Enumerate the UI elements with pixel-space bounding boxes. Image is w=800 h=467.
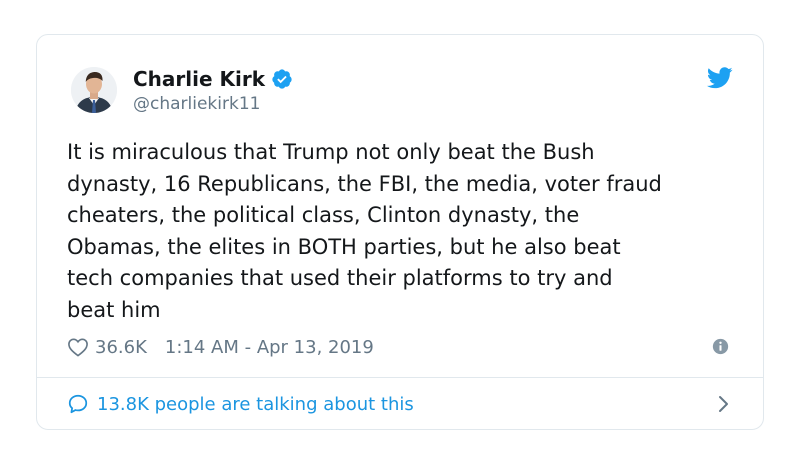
tweet-meta: 36.6K 1:14 AM - Apr 13, 2019 xyxy=(67,335,729,359)
chevron-right-icon[interactable] xyxy=(717,395,729,413)
avatar[interactable] xyxy=(71,67,117,113)
conversation-count-text[interactable]: 13.8K people are talking about this xyxy=(97,394,414,415)
tweet-text-line: cheaters, the political class, Clinton d… xyxy=(67,203,580,227)
tweet-header: Charlie Kirk @charliekirk11 xyxy=(71,65,733,121)
twitter-bird-icon[interactable] xyxy=(707,67,733,89)
verified-badge-icon xyxy=(272,69,292,89)
tweet-text-line: tech companies that used their platforms… xyxy=(67,266,613,290)
speech-bubble-icon xyxy=(68,394,88,414)
tweet-text-line: beat him xyxy=(67,297,161,322)
tweet-text-line: dynasty, 16 Republicans, the FBI, the me… xyxy=(67,171,662,196)
tweet-timestamp[interactable]: 1:14 AM - Apr 13, 2019 xyxy=(165,337,374,358)
heart-icon[interactable] xyxy=(67,337,89,357)
user-handle[interactable]: @charliekirk11 xyxy=(133,94,293,114)
user-names: Charlie Kirk @charliekirk11 xyxy=(133,65,293,114)
tweet-text-line: Obamas, the elites in BOTH parties, but … xyxy=(67,234,621,259)
tweet-text: It is miraculous that Trump not only bea… xyxy=(67,137,727,326)
tweet-text-line: It is miraculous that Trump not only bea… xyxy=(67,140,595,164)
display-name[interactable]: Charlie Kirk xyxy=(133,67,265,91)
info-icon[interactable] xyxy=(712,338,729,355)
tweet-card[interactable]: Charlie Kirk @charliekirk11 It is miracu… xyxy=(36,34,764,430)
like-count[interactable]: 36.6K xyxy=(95,337,147,358)
divider xyxy=(37,377,763,378)
conversation-link[interactable]: 13.8K people are talking about this xyxy=(67,391,729,417)
